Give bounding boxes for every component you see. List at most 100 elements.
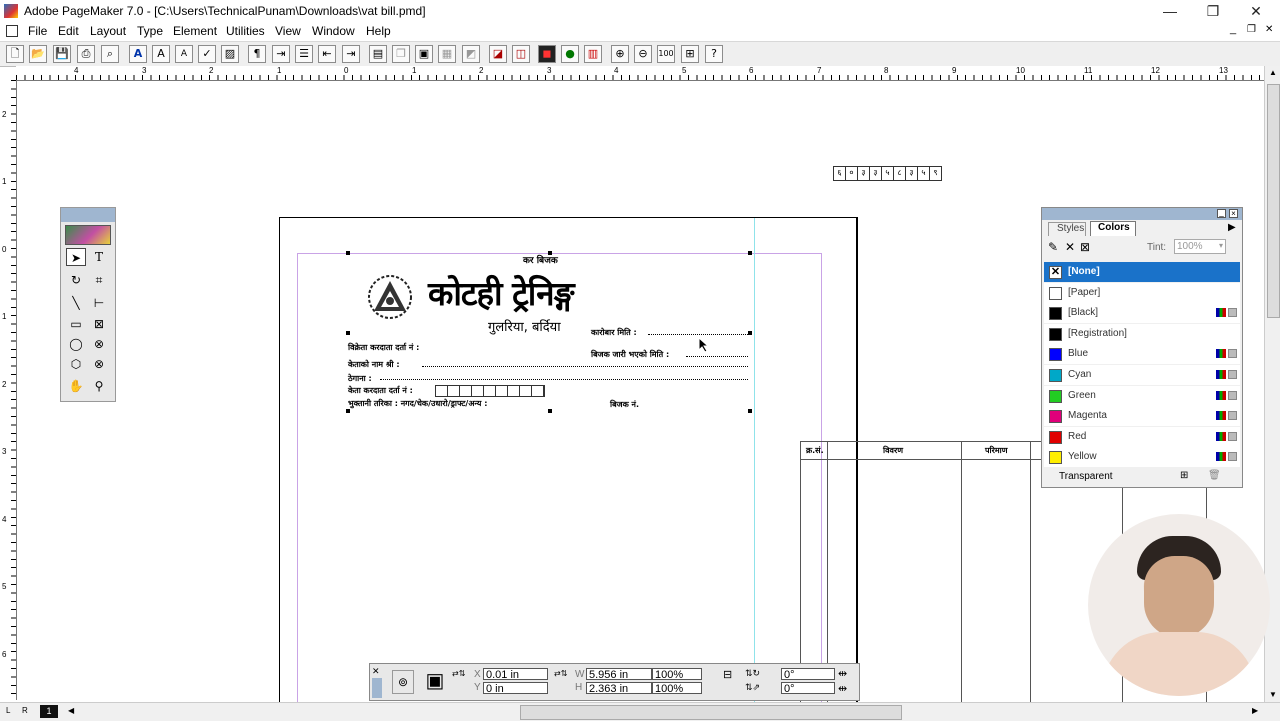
- fill-and-stroke-icon[interactable]: ⊠: [1080, 240, 1090, 254]
- save-icon[interactable]: 💾: [53, 45, 71, 63]
- width-field[interactable]: 5.956 in: [586, 668, 652, 681]
- color-item[interactable]: Blue: [1044, 344, 1240, 365]
- menu-layout[interactable]: Layout: [90, 24, 126, 38]
- selection-handle[interactable]: [548, 409, 552, 413]
- selection-handle[interactable]: [748, 251, 752, 255]
- stroke-icon[interactable]: ✎: [1048, 240, 1058, 254]
- pan-number-boxes-copy[interactable]: ६ ० ३ ३ ५ ८ ३ ५ ९: [833, 166, 942, 181]
- font-icon[interactable]: A: [129, 45, 147, 63]
- place-icon[interactable]: ▤: [369, 45, 387, 63]
- tab-colors[interactable]: Colors: [1090, 221, 1136, 236]
- polygon-frame-tool-icon[interactable]: ⊗: [89, 355, 109, 373]
- color-item[interactable]: Green: [1044, 385, 1240, 406]
- pointer-tool-icon[interactable]: ➤: [66, 248, 86, 266]
- flip-horizontal-icon[interactable]: ⇹: [838, 667, 847, 680]
- menu-utilities[interactable]: Utilities: [226, 24, 265, 38]
- scale-width-field[interactable]: 100%: [652, 668, 702, 681]
- doc-restore-button[interactable]: ❐: [1247, 24, 1256, 35]
- pdf-icon[interactable]: ▥: [584, 45, 602, 63]
- scroll-up-icon[interactable]: ▲: [1269, 68, 1277, 77]
- rotation-field[interactable]: 0°: [781, 668, 835, 681]
- color-item[interactable]: [Black]: [1044, 303, 1240, 324]
- scale-height-field[interactable]: 100%: [652, 682, 702, 695]
- skew-icon[interactable]: ⇅⇗: [745, 682, 760, 693]
- print-icon[interactable]: ⎙: [77, 45, 95, 63]
- color-item[interactable]: Red: [1044, 426, 1240, 447]
- copy-icon[interactable]: ❐: [392, 45, 410, 63]
- font-size-down-icon[interactable]: A: [175, 45, 193, 63]
- color-item[interactable]: [Paper]: [1044, 282, 1240, 303]
- horizontal-ruler[interactable]: 4 3 2 1 0 1 2 3 4 5 6 7 8 9 10 11 12 13: [16, 66, 1264, 81]
- document-page[interactable]: कर बिजक कोटही ट्रेनिङ्ग गुलरिया, बर्दिया…: [279, 217, 858, 709]
- ellipse-tool-icon[interactable]: ◯: [66, 335, 86, 353]
- bullets-icon[interactable]: ☰: [295, 45, 313, 63]
- position-nudge-icon[interactable]: ⇄⇅: [452, 669, 465, 678]
- x-position-field[interactable]: 0.01 in: [483, 668, 548, 681]
- rotation-icon[interactable]: ⇅↻: [745, 668, 760, 679]
- page-1-icon[interactable]: 1: [40, 705, 58, 718]
- find-icon[interactable]: ⌕: [101, 45, 119, 63]
- fill-none-icon[interactable]: ✕: [1065, 240, 1075, 254]
- right-page-icon[interactable]: R: [22, 706, 28, 715]
- crop-tool-icon[interactable]: ⌗: [89, 271, 109, 289]
- selection-handle[interactable]: [748, 409, 752, 413]
- selection-handle[interactable]: [346, 409, 350, 413]
- ellipse-frame-tool-icon[interactable]: ⊗: [89, 335, 109, 353]
- zoom-in-icon[interactable]: ⊕: [611, 45, 629, 63]
- fit-window-icon[interactable]: ⊞: [681, 45, 699, 63]
- help-icon[interactable]: ?: [705, 45, 723, 63]
- mask-icon[interactable]: ◩: [462, 45, 480, 63]
- polygon-tool-icon[interactable]: ⬡: [66, 355, 86, 373]
- toolbox-palette[interactable]: ➤ T ↻ ⌗ ╲ ⊢ ▭ ⊠ ◯ ⊗ ⬡ ⊗ ✋ ⚲: [60, 207, 116, 402]
- doc-minimize-button[interactable]: _: [1230, 23, 1236, 35]
- y-position-field[interactable]: 0 in: [483, 682, 548, 695]
- line-tool-icon[interactable]: ╲: [66, 294, 86, 312]
- zoom-tool-icon[interactable]: ⚲: [89, 377, 109, 395]
- restore-button[interactable]: ❐: [1198, 2, 1228, 20]
- height-field[interactable]: 2.363 in: [586, 682, 652, 695]
- color-item[interactable]: Cyan: [1044, 365, 1240, 385]
- doc-close-button[interactable]: ✕: [1265, 24, 1273, 35]
- selection-handle[interactable]: [748, 331, 752, 335]
- acrobat-icon[interactable]: ◼: [538, 45, 556, 63]
- tint-select[interactable]: 100% ▾: [1174, 239, 1226, 254]
- proxy-icon[interactable]: ▣: [423, 668, 447, 694]
- menu-element[interactable]: Element: [173, 24, 217, 38]
- group-icon[interactable]: ▣: [415, 45, 433, 63]
- color-item[interactable]: [Registration]: [1044, 323, 1240, 344]
- horizontal-scrollbar[interactable]: L R 1 ◀ ▶: [0, 702, 1280, 721]
- scroll-left-icon[interactable]: ◀: [68, 706, 74, 715]
- indent-icon[interactable]: ⇥: [272, 45, 290, 63]
- indent-right-icon[interactable]: ⇥: [342, 45, 360, 63]
- menu-help[interactable]: Help: [366, 24, 391, 38]
- style-icon[interactable]: ▨: [221, 45, 239, 63]
- actual-size-icon[interactable]: 100: [657, 45, 675, 63]
- minimize-button[interactable]: —: [1155, 2, 1185, 20]
- flip-vertical-icon[interactable]: ⇹: [838, 682, 847, 695]
- palette-titlebar[interactable]: [1042, 208, 1242, 220]
- graphic-icon[interactable]: ◫: [512, 45, 530, 63]
- text-tool-icon[interactable]: T: [89, 248, 109, 266]
- left-page-icon[interactable]: L: [6, 706, 10, 715]
- new-icon[interactable]: 🗋: [6, 45, 24, 63]
- palette-close-button[interactable]: ×: [1229, 209, 1238, 218]
- scroll-down-icon[interactable]: ▼: [1269, 690, 1277, 699]
- menu-edit[interactable]: Edit: [58, 24, 79, 38]
- control-close-button[interactable]: ✕: [372, 666, 380, 677]
- tab-styles[interactable]: Styles: [1048, 222, 1086, 236]
- link-icon[interactable]: ▦: [438, 45, 456, 63]
- palette-menu-arrow-icon[interactable]: ▶: [1228, 222, 1236, 233]
- size-nudge-icon[interactable]: ⇄⇅: [554, 669, 567, 678]
- scroll-right-icon[interactable]: ▶: [1252, 706, 1258, 715]
- spelling-icon[interactable]: ✓: [198, 45, 216, 63]
- rectangle-tool-icon[interactable]: ▭: [66, 315, 86, 333]
- zoom-out-icon[interactable]: ⊖: [634, 45, 652, 63]
- selection-handle[interactable]: [346, 251, 350, 255]
- delete-color-icon[interactable]: 🗑: [1208, 470, 1221, 481]
- colors-palette[interactable]: _ × Styles Colors ▶ ✎ ✕ ⊠ Tint: 100% ▾ ✕…: [1041, 207, 1243, 488]
- h-scroll-thumb[interactable]: [520, 705, 902, 720]
- color-item[interactable]: ✕ [None]: [1044, 262, 1240, 282]
- proportional-scaling-icon[interactable]: ⊟: [723, 668, 732, 681]
- toolbox-titlebar[interactable]: [61, 208, 115, 222]
- menu-type[interactable]: Type: [137, 24, 163, 38]
